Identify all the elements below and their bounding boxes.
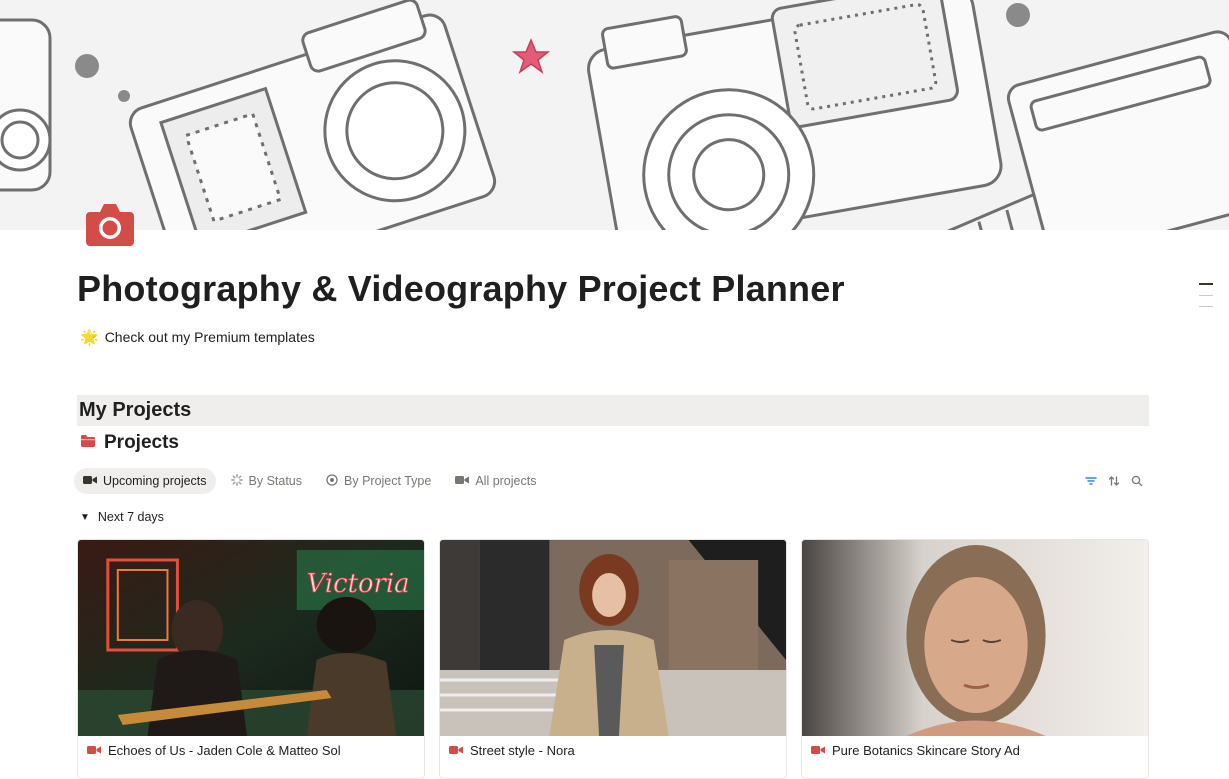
database-title[interactable]: Projects bbox=[80, 432, 179, 454]
sparkle-star-icon: 🌟 bbox=[80, 329, 99, 346]
project-card[interactable]: Street style - Nora bbox=[439, 539, 787, 779]
video-camera-icon bbox=[811, 743, 825, 758]
group-toggle[interactable]: ▼ Next 7 days bbox=[80, 510, 164, 524]
tab-label: All projects bbox=[475, 474, 537, 488]
section-heading: My Projects bbox=[77, 395, 1149, 426]
cover-image bbox=[0, 0, 1229, 230]
database-title-text: Projects bbox=[104, 432, 179, 453]
tab-by-status[interactable]: By Status bbox=[222, 468, 312, 494]
callout-text: Check out my Premium templates bbox=[104, 329, 315, 345]
video-camera-icon bbox=[455, 474, 470, 488]
card-caption: Pure Botanics Skincare Story Ad bbox=[811, 743, 1020, 758]
project-card[interactable]: Pure Botanics Skincare Story Ad bbox=[801, 539, 1149, 779]
card-cover-image bbox=[802, 540, 1148, 736]
video-camera-icon bbox=[449, 743, 463, 758]
video-camera-icon bbox=[87, 743, 101, 758]
search-icon[interactable] bbox=[1130, 474, 1143, 487]
tab-all-projects[interactable]: All projects bbox=[446, 468, 545, 494]
folder-icon bbox=[80, 432, 96, 454]
page-title: Photography & Videography Project Planne… bbox=[77, 268, 845, 309]
premium-templates-link[interactable]: 🌟 Check out my Premium templates bbox=[80, 328, 315, 346]
card-title: Echoes of Us - Jaden Cole & Matteo Sol bbox=[108, 743, 341, 758]
loading-spinner-icon bbox=[230, 473, 243, 489]
video-camera-icon bbox=[83, 474, 97, 488]
project-card[interactable]: Victoria Echoes of Us - Jaden Cole & Mat… bbox=[77, 539, 425, 779]
camera-icon[interactable] bbox=[84, 200, 136, 248]
card-caption: Echoes of Us - Jaden Cole & Matteo Sol bbox=[87, 743, 341, 758]
card-title: Street style - Nora bbox=[470, 743, 575, 758]
filter-icon[interactable] bbox=[1084, 474, 1097, 487]
tab-label: Upcoming projects bbox=[103, 474, 207, 488]
card-cover-image bbox=[440, 540, 786, 736]
tab-label: By Project Type bbox=[344, 474, 432, 488]
group-label: Next 7 days bbox=[97, 510, 164, 524]
tab-upcoming-projects[interactable]: Upcoming projects bbox=[74, 468, 216, 494]
tab-label: By Status bbox=[248, 474, 303, 488]
view-toolbar bbox=[1084, 474, 1143, 487]
tab-by-project-type[interactable]: By Project Type bbox=[317, 468, 440, 494]
card-cover-image: Victoria bbox=[78, 540, 424, 736]
radio-circle-icon bbox=[326, 473, 338, 489]
sort-icon[interactable] bbox=[1107, 474, 1120, 487]
card-caption: Street style - Nora bbox=[449, 743, 575, 758]
table-of-contents-toggle[interactable] bbox=[1199, 283, 1213, 317]
triangle-down-icon: ▼ bbox=[80, 511, 90, 523]
card-title: Pure Botanics Skincare Story Ad bbox=[832, 743, 1020, 758]
svg-text:Victoria: Victoria bbox=[307, 569, 410, 599]
view-tabs: Upcoming projects By Status By Project T… bbox=[74, 468, 545, 494]
